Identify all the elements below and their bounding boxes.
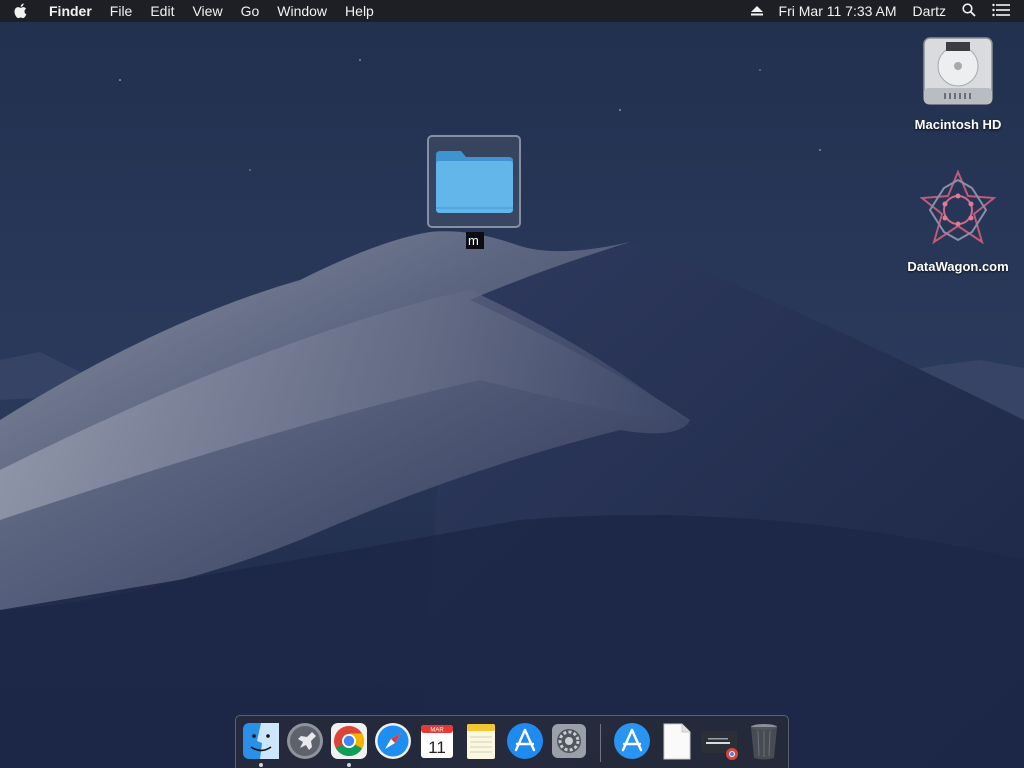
dock-system-preferences-icon[interactable]: [549, 721, 589, 761]
menu-help[interactable]: Help: [336, 0, 383, 22]
dock-calendar-icon[interactable]: MAR 11: [417, 721, 457, 761]
desktop-wallpaper: [0, 0, 1024, 768]
dock-finder-icon[interactable]: [241, 721, 281, 761]
dock-chrome-window-icon[interactable]: [700, 721, 740, 761]
eject-icon[interactable]: [750, 3, 763, 19]
dock-app-store-icon[interactable]: [505, 721, 545, 761]
apple-menu-icon[interactable]: [0, 3, 40, 19]
dock-safari-icon[interactable]: [373, 721, 413, 761]
spotlight-search-icon[interactable]: [962, 2, 976, 20]
dock-notes-icon[interactable]: [461, 721, 501, 761]
desktop-icon-datawagon[interactable]: DataWagon.com: [898, 168, 1018, 274]
dock-app-store-download-icon[interactable]: [612, 721, 652, 761]
desktop-icon-label: Macintosh HD: [914, 117, 1002, 132]
menu-view[interactable]: View: [183, 0, 231, 22]
datawagon-logo-icon: [919, 169, 997, 245]
notification-center-icon[interactable]: [992, 3, 1010, 20]
menu-window[interactable]: Window: [268, 0, 336, 22]
calendar-month: MAR: [430, 728, 444, 734]
desktop-icon-macintosh-hd[interactable]: Macintosh HD: [898, 30, 1018, 132]
folder-icon: [436, 151, 513, 213]
dock-chrome-icon[interactable]: [329, 721, 369, 761]
menu-file[interactable]: File: [101, 0, 142, 22]
folder-rename-input[interactable]: [466, 232, 484, 249]
hard-drive-icon: [923, 37, 993, 105]
running-indicator: [347, 763, 351, 767]
dock-trash-icon[interactable]: [744, 721, 784, 761]
calendar-day: 11: [428, 738, 446, 757]
desktop-icon-label: DataWagon.com: [907, 259, 1009, 274]
dock-launchpad-icon[interactable]: [285, 721, 325, 761]
running-indicator: [259, 763, 263, 767]
menu-clock[interactable]: Fri Mar 11 7:33 AM: [779, 3, 897, 19]
dock-document-icon[interactable]: [656, 721, 696, 761]
menu-bar: Finder File Edit View Go Window Help Fri…: [0, 0, 1024, 22]
menu-edit[interactable]: Edit: [141, 0, 183, 22]
menu-go[interactable]: Go: [232, 0, 269, 22]
desktop-folder-selected[interactable]: [427, 135, 521, 228]
menu-app-finder[interactable]: Finder: [40, 0, 101, 22]
dock-separator: [600, 724, 601, 762]
dock: MAR 11: [235, 715, 789, 768]
menu-user-name[interactable]: Dartz: [913, 3, 946, 19]
